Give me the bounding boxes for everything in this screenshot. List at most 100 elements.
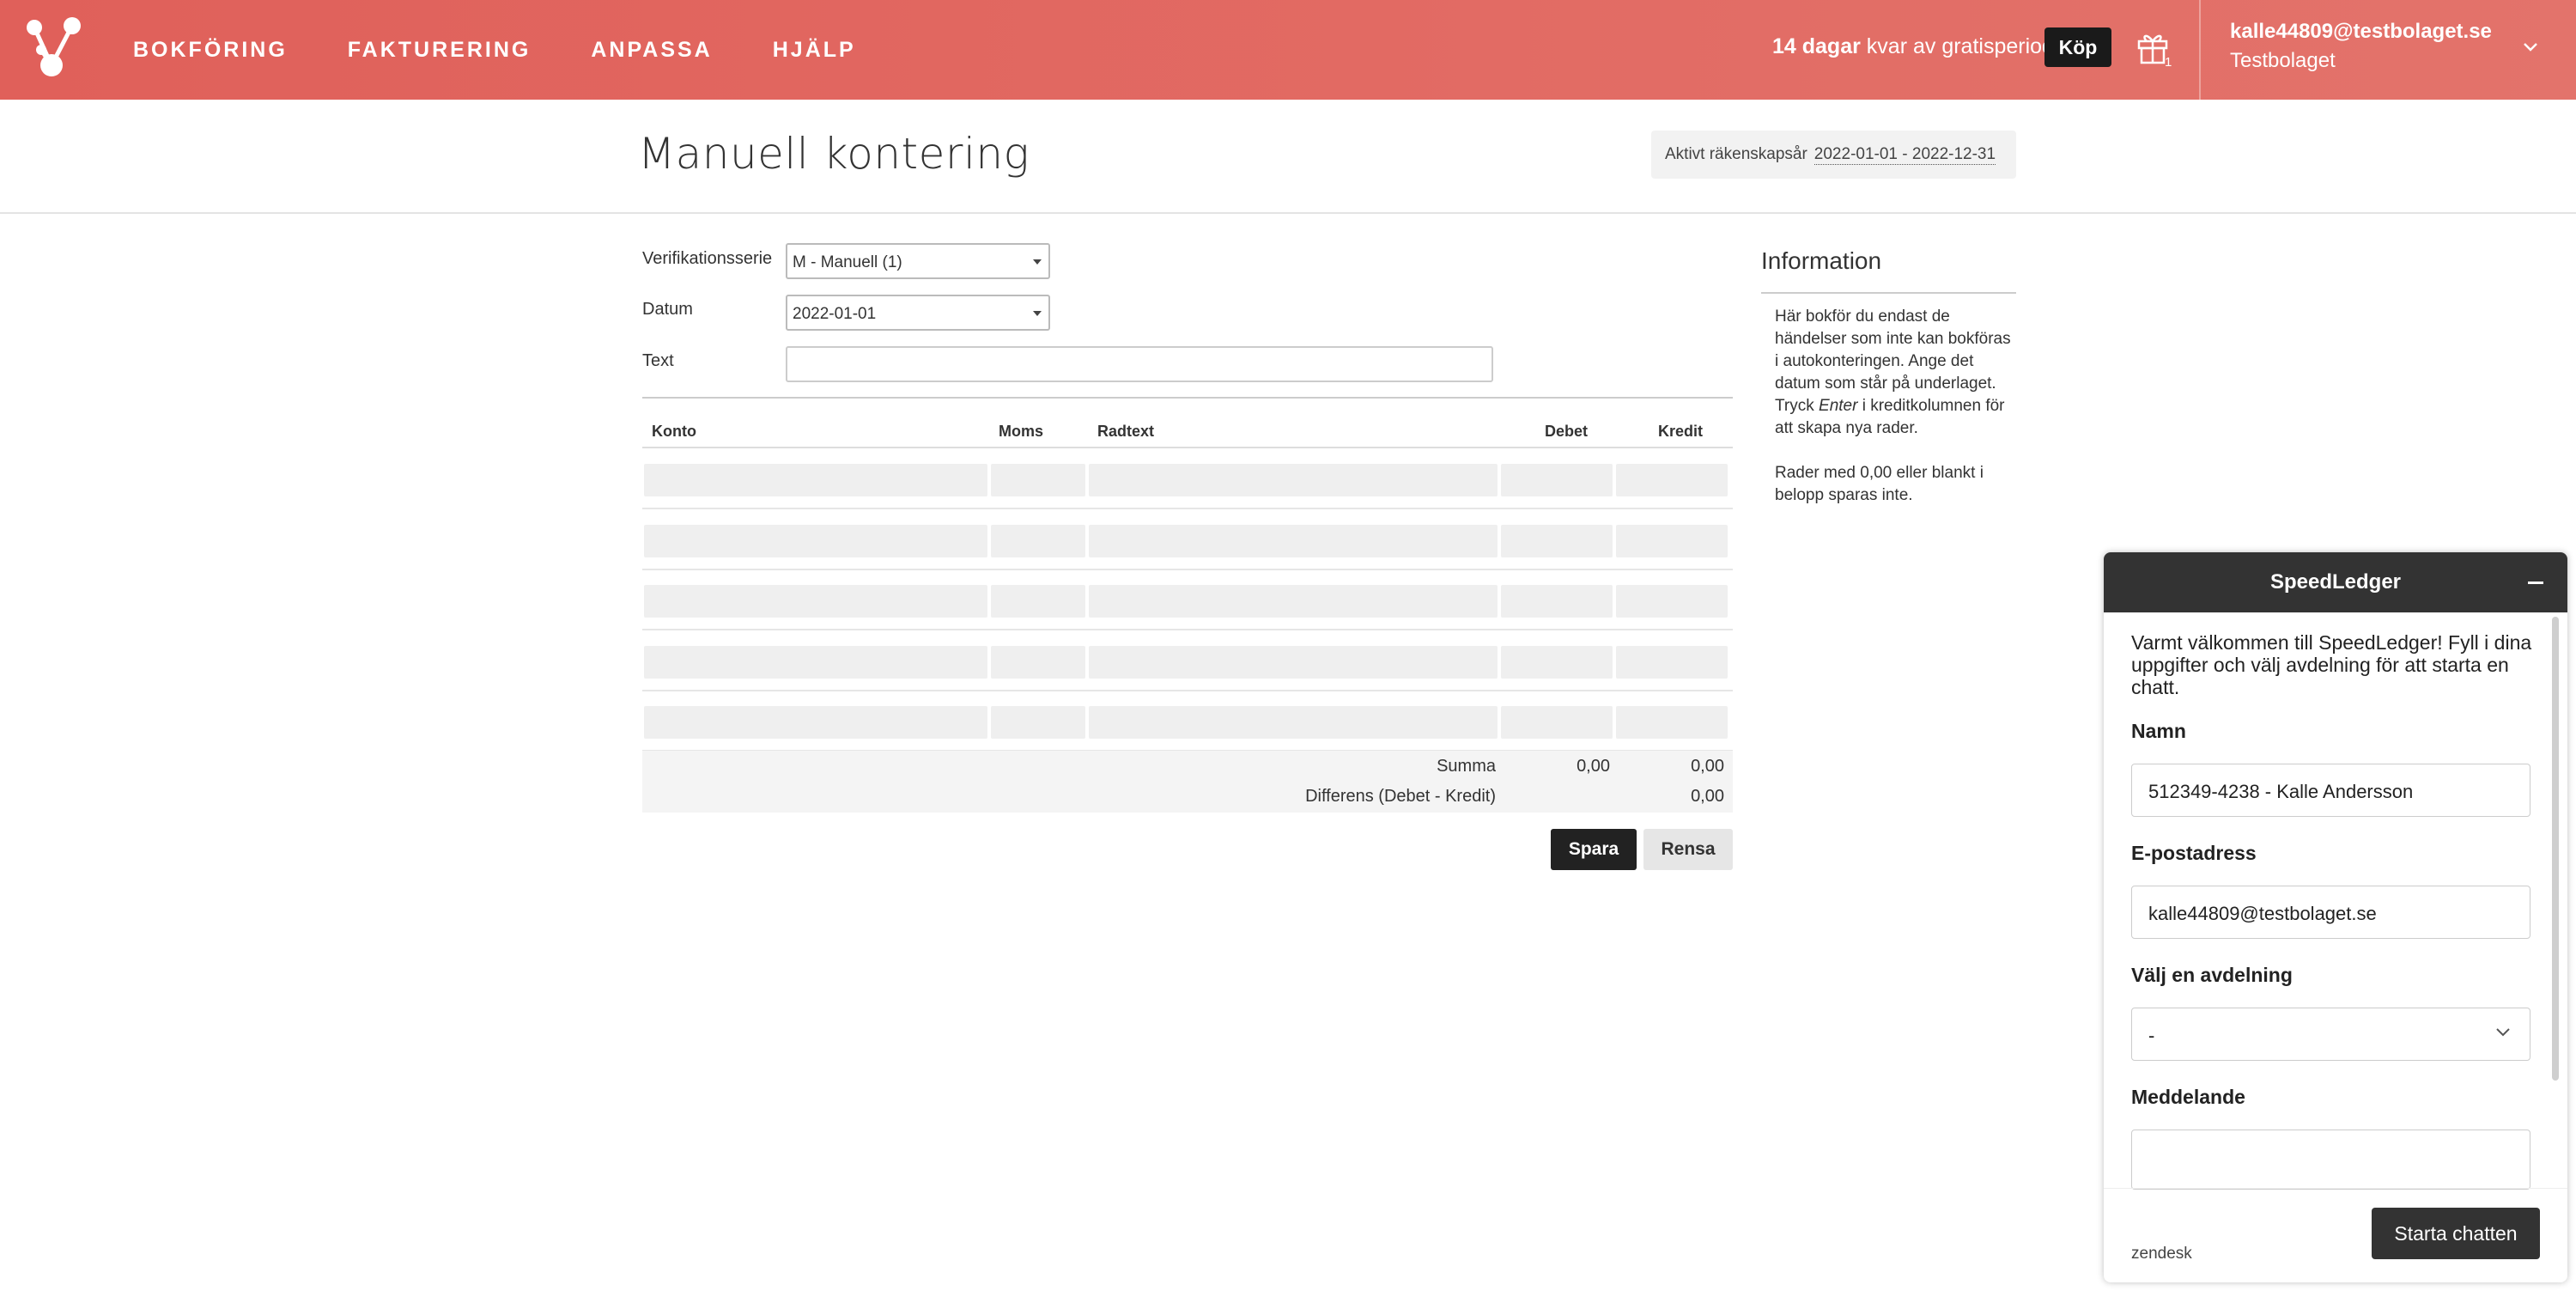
speedledger-logo-icon[interactable] [24, 15, 84, 79]
gift-count-badge: 1 [2165, 55, 2172, 70]
kredit-cell[interactable] [1616, 464, 1728, 496]
nav-item-bokforing[interactable]: BOKFÖRING [133, 38, 288, 63]
fiscal-year-badge[interactable]: Aktivt räkenskapsår 2022-01-01 - 2022-12… [1651, 131, 2016, 179]
table-row [642, 631, 1733, 691]
debet-cell[interactable] [1501, 524, 1613, 557]
radtext-cell[interactable] [1089, 645, 1498, 679]
moms-cell[interactable] [991, 464, 1085, 496]
chevron-down-icon[interactable] [2520, 39, 2541, 56]
konto-cell[interactable] [644, 706, 987, 739]
chat-message-textarea[interactable] [2131, 1130, 2530, 1190]
column-header-kredit: Kredit [1658, 423, 1704, 440]
radtext-cell[interactable] [1089, 706, 1498, 739]
account-menu[interactable]: kalle44809@testbolaget.se Testbolaget [2230, 20, 2492, 73]
account-company: Testbolaget [2230, 49, 2336, 72]
info-title: Information [1761, 247, 1882, 274]
caret-down-icon [1033, 259, 1042, 265]
chat-department-value: - [2148, 1025, 2155, 1046]
nav-item-fakturering[interactable]: FAKTURERING [348, 38, 532, 63]
chat-scrollbar[interactable] [2552, 617, 2559, 1081]
column-header-moms: Moms [999, 423, 1044, 440]
differens-label: Differens (Debet - Kredit) [1305, 787, 1496, 806]
text-input[interactable] [786, 346, 1493, 382]
differens-value: 0,00 [1691, 787, 1724, 806]
text-label: Text [642, 351, 674, 370]
chat-footer-divider [2104, 1188, 2567, 1189]
konto-cell[interactable] [644, 585, 987, 618]
table-row [642, 691, 1733, 752]
column-header-konto: Konto [652, 423, 696, 440]
save-button[interactable]: Spara [1551, 829, 1637, 870]
chat-name-label: Namn [2131, 720, 2186, 742]
fiscal-year-range[interactable]: 2022-01-01 - 2022-12-31 [1814, 145, 1996, 165]
table-row [642, 570, 1733, 630]
kredit-cell[interactable] [1616, 585, 1728, 618]
debet-cell[interactable] [1501, 585, 1613, 618]
moms-cell[interactable] [991, 706, 1085, 739]
nav-item-anpassa[interactable]: ANPASSA [591, 38, 712, 63]
clear-button[interactable]: Rensa [1643, 829, 1733, 870]
radtext-cell[interactable] [1089, 585, 1498, 618]
trial-days: 14 dagar [1772, 34, 1861, 58]
chat-name-input[interactable]: 512349-4238 - Kalle Andersson [2131, 764, 2530, 817]
konto-cell[interactable] [644, 524, 987, 557]
konto-cell[interactable] [644, 645, 987, 679]
chat-message-label: Meddelande [2131, 1086, 2245, 1108]
series-select-value: M - Manuell (1) [793, 253, 902, 271]
summa-debet: 0,00 [1577, 757, 1610, 776]
kredit-cell[interactable] [1616, 524, 1728, 557]
info-divider [1761, 292, 2016, 294]
series-select[interactable]: M - Manuell (1) [786, 243, 1050, 279]
info-paragraph-2: Rader med 0,00 eller blankt i belopp spa… [1775, 464, 1984, 504]
trial-status: 14 dagar kvar av gratisperiod [1772, 34, 2054, 59]
form-divider [642, 397, 1733, 399]
nav-item-hjalp[interactable]: HJÄLP [773, 38, 856, 63]
chevron-down-icon [2496, 1028, 2510, 1037]
chat-email-label: E-postadress [2131, 842, 2257, 864]
table-row [642, 510, 1733, 570]
kredit-cell[interactable] [1616, 645, 1728, 679]
info-paragraph-1: Här bokför du endast de händelser som in… [1775, 306, 2011, 440]
caret-down-icon [1033, 311, 1042, 316]
zendesk-logo[interactable]: zendesk [2131, 1245, 2192, 1264]
konto-cell[interactable] [644, 464, 987, 496]
debet-cell[interactable] [1501, 464, 1613, 496]
moms-cell[interactable] [991, 524, 1085, 557]
info-text: Här bokför du endast de händelser som in… [1775, 306, 2011, 507]
account-email: kalle44809@testbolaget.se [2230, 20, 2492, 43]
summa-kredit: 0,00 [1691, 757, 1724, 776]
kredit-cell[interactable] [1616, 706, 1728, 739]
header-divider [0, 212, 2576, 214]
chat-department-select[interactable]: - [2131, 1008, 2530, 1061]
table-header-line [642, 447, 1733, 448]
fiscal-year-label: Aktivt räkenskapsår [1665, 145, 1807, 163]
chat-body: Varmt välkommen till SpeedLedger! Fyll i… [2131, 631, 2535, 698]
date-select-value: 2022-01-01 [793, 305, 877, 323]
top-navbar: BOKFÖRING FAKTURERING ANPASSA HJÄLP 14 d… [0, 0, 2576, 100]
date-select[interactable]: 2022-01-01 [786, 295, 1050, 331]
chat-email-input[interactable]: kalle44809@testbolaget.se [2131, 886, 2530, 939]
chat-department-label: Välj en avdelning [2131, 964, 2293, 986]
debet-cell[interactable] [1501, 645, 1613, 679]
summa-label: Summa [1437, 757, 1496, 776]
debet-cell[interactable] [1501, 706, 1613, 739]
info-text-enter: Enter [1819, 397, 1858, 415]
radtext-cell[interactable] [1089, 464, 1498, 496]
minimize-icon[interactable] [2528, 582, 2543, 584]
table-row [642, 449, 1733, 509]
series-label: Verifikationsserie [642, 249, 773, 268]
buy-button[interactable]: Köp [2044, 27, 2111, 67]
date-label: Datum [642, 300, 693, 319]
nav-divider [2199, 0, 2201, 100]
column-header-radtext: Radtext [1097, 423, 1155, 440]
trial-rest: kvar av gratisperiod [1866, 34, 2054, 58]
chat-header: SpeedLedger [2104, 552, 2567, 612]
moms-cell[interactable] [991, 645, 1085, 679]
chat-welcome-text: Varmt välkommen till SpeedLedger! Fyll i… [2131, 631, 2532, 698]
summary-box: Summa 0,00 0,00 Differens (Debet - Kredi… [642, 751, 1733, 813]
moms-cell[interactable] [991, 585, 1085, 618]
chat-title: SpeedLedger [2269, 570, 2402, 594]
radtext-cell[interactable] [1089, 524, 1498, 557]
start-chat-button[interactable]: Starta chatten [2372, 1208, 2540, 1259]
column-header-debet: Debet [1545, 423, 1589, 440]
